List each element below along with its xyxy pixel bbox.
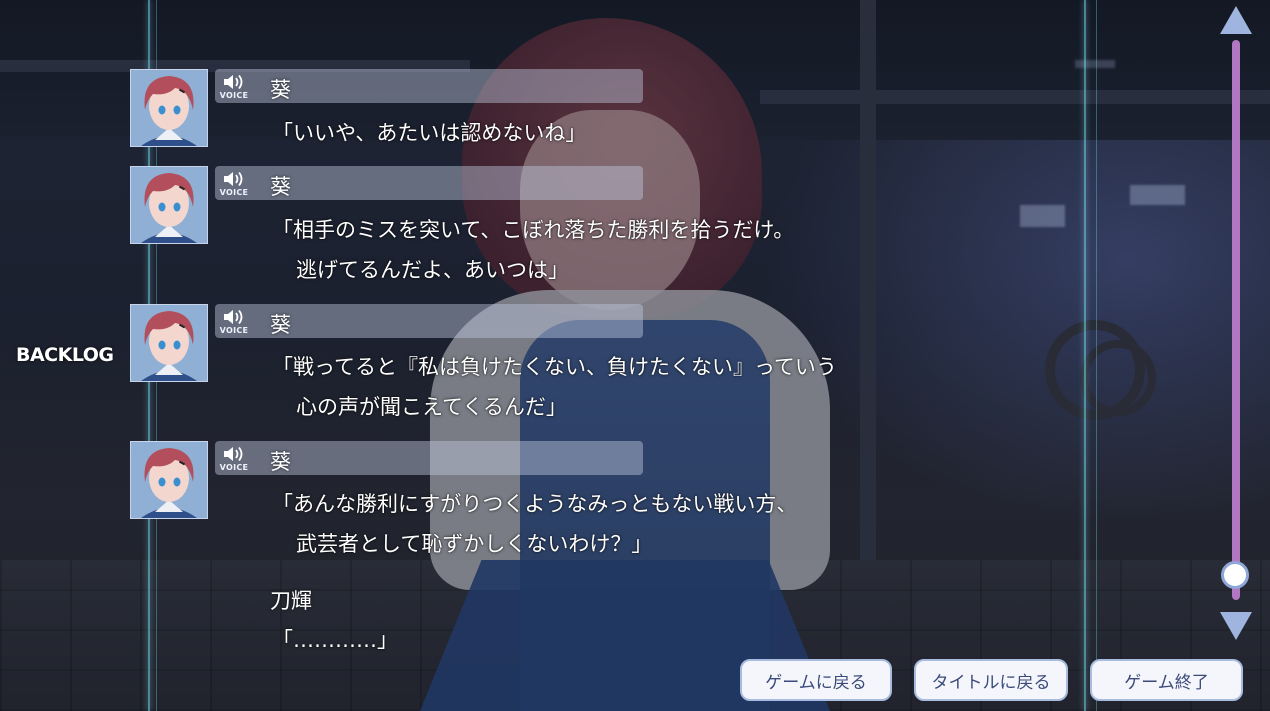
speaker-icon [224, 446, 243, 462]
dialogue-line: 心の声が聞こえてくるんだ」 [296, 395, 567, 419]
frame-line [1096, 0, 1097, 711]
aoi-portrait-icon [131, 167, 207, 243]
aoi-portrait-icon [131, 305, 207, 381]
speaker-name: 葵 [270, 450, 291, 474]
scroll-track[interactable] [1232, 40, 1240, 600]
voice-replay-button[interactable]: VOICE [219, 169, 249, 199]
voice-replay-button[interactable]: VOICE [219, 444, 249, 474]
dialogue-line: 「…………」 [272, 628, 398, 652]
backlog-title: BACKLOG [16, 344, 114, 366]
return-to-game-button[interactable]: ゲームに戻る [740, 659, 892, 701]
voice-label: VOICE [219, 326, 249, 335]
scroll-up-arrow-icon[interactable] [1220, 6, 1252, 34]
character-avatar [130, 441, 208, 519]
voice-replay-button[interactable]: VOICE [219, 72, 249, 102]
character-avatar [130, 304, 208, 382]
dialogue-line: 逃げてるんだよ、あいつは」 [296, 258, 569, 282]
aoi-portrait-icon [131, 70, 207, 146]
dialogue-line: 「あんな勝利にすがりつくようなみっともない戦い方、 [272, 492, 798, 516]
speaker-name: 刀輝 [270, 589, 312, 613]
return-to-title-button[interactable]: タイトルに戻る [914, 659, 1068, 701]
character-avatar [130, 166, 208, 244]
dialogue-line: 「相手のミスを突いて、こぼれ落ちた勝利を拾うだけ。 [272, 218, 795, 242]
speaker-icon [224, 74, 243, 90]
voice-label: VOICE [219, 91, 249, 100]
speaker-icon [224, 171, 243, 187]
dialogue-line: 「いいや、あたいは認めないね」 [272, 121, 587, 145]
voice-label: VOICE [219, 188, 249, 197]
voice-replay-button[interactable]: VOICE [219, 307, 249, 337]
dialogue-line: 「戦ってると『私は負けたくない、負けたくない』っていう [272, 355, 837, 379]
speaker-name: 葵 [270, 313, 291, 337]
quit-game-button[interactable]: ゲーム終了 [1090, 659, 1243, 701]
frame-line [1084, 0, 1086, 711]
voice-label: VOICE [219, 463, 249, 472]
character-avatar [130, 69, 208, 147]
aoi-portrait-icon [131, 442, 207, 518]
dialogue-line: 武芸者として恥ずかしくないわけ？」 [296, 532, 653, 556]
speaker-icon [224, 309, 243, 325]
scroll-down-arrow-icon[interactable] [1220, 612, 1252, 640]
speaker-name: 葵 [270, 175, 291, 199]
speaker-name: 葵 [270, 78, 291, 102]
